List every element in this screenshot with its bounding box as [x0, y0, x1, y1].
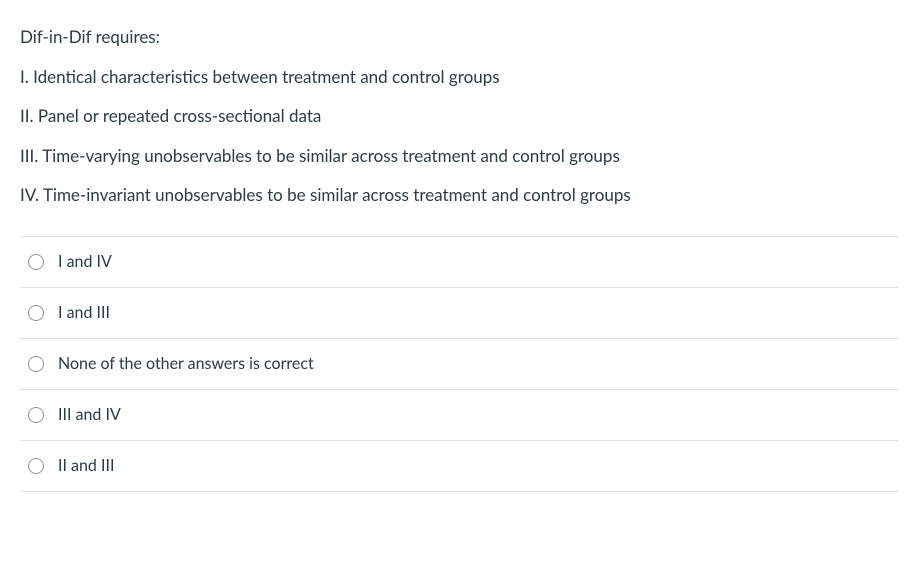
radio-icon: [28, 305, 44, 321]
answer-label: III and IV: [58, 403, 121, 427]
question-statement-1: I. Identical characteristics between tre…: [20, 64, 899, 90]
radio-icon: [28, 458, 44, 474]
answer-label: I and IV: [58, 250, 112, 274]
answer-option-5[interactable]: II and III: [20, 441, 899, 492]
answer-option-1[interactable]: I and IV: [20, 237, 899, 288]
answer-option-2[interactable]: I and III: [20, 288, 899, 339]
question-statement-3: III. Time-varying unobservables to be si…: [20, 143, 899, 169]
question-statement-2: II. Panel or repeated cross-sectional da…: [20, 103, 899, 129]
question-prompt: Dif-in-Dif requires:: [20, 24, 899, 50]
answer-label: II and III: [58, 454, 114, 478]
question-container: Dif-in-Dif requires: I. Identical charac…: [0, 0, 919, 492]
radio-icon: [28, 254, 44, 270]
answer-label: I and III: [58, 301, 110, 325]
question-stem: Dif-in-Dif requires: I. Identical charac…: [20, 24, 899, 208]
radio-icon: [28, 407, 44, 423]
answer-option-4[interactable]: III and IV: [20, 390, 899, 441]
answer-label: None of the other answers is correct: [58, 352, 314, 376]
radio-icon: [28, 356, 44, 372]
answer-list: I and IV I and III None of the other ans…: [20, 236, 899, 492]
answer-option-3[interactable]: None of the other answers is correct: [20, 339, 899, 390]
question-statement-4: IV. Time-invariant unobservables to be s…: [20, 182, 899, 208]
